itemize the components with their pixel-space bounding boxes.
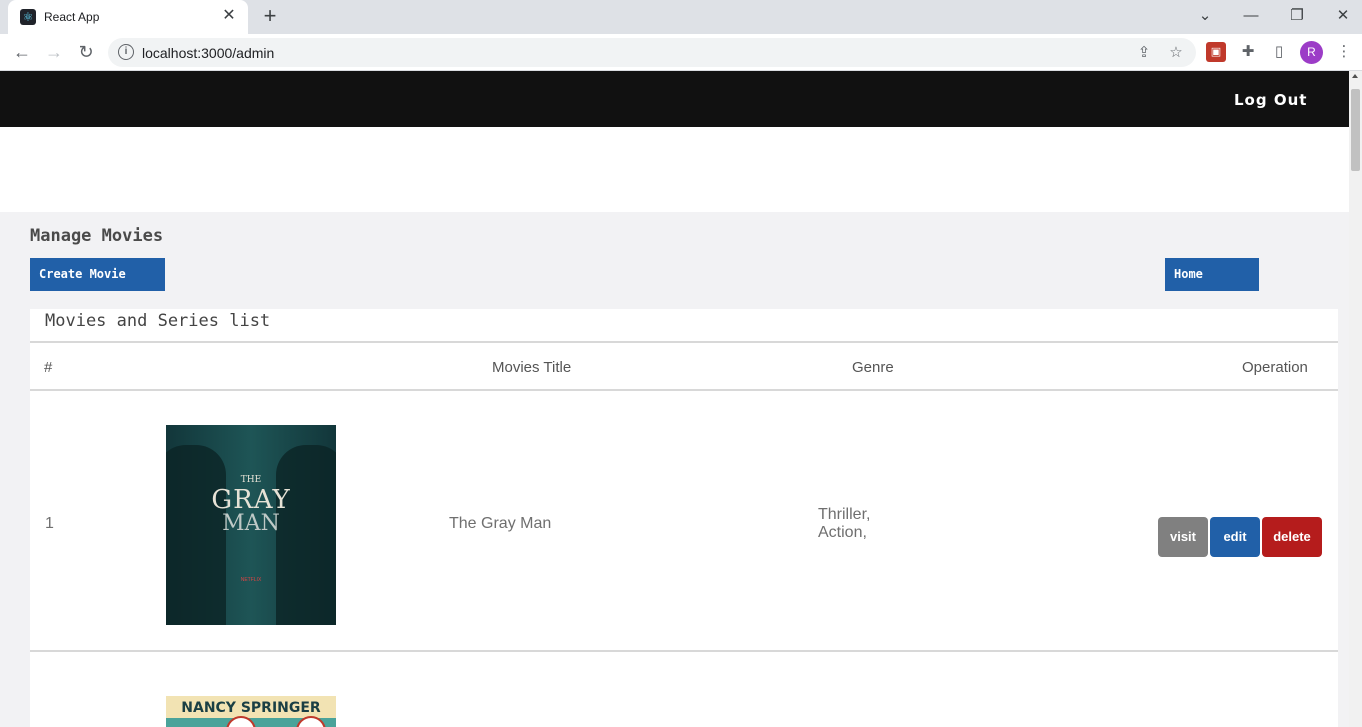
side-panel-icon[interactable]: ▯ (1269, 42, 1289, 62)
poster-title-line: THE (240, 475, 262, 485)
back-icon[interactable]: ← (10, 40, 34, 64)
header-spacer (0, 127, 1349, 212)
page-scrollbar[interactable] (1349, 71, 1362, 727)
edit-button[interactable]: edit (1210, 517, 1260, 557)
visit-button[interactable]: visit (1158, 517, 1208, 557)
column-header-genre: Genre (852, 359, 894, 376)
extensions-puzzle-icon[interactable]: ✚ (1238, 42, 1258, 62)
movie-poster: NANCY SPRINGER (166, 696, 336, 727)
tab-search-icon[interactable]: ⌄ (1193, 5, 1217, 29)
page-viewport: Log Out Manage Movies Create Movie Home … (0, 71, 1362, 727)
site-info-icon[interactable]: i (118, 44, 134, 60)
react-favicon-icon: ⚛ (20, 9, 36, 25)
close-tab-icon[interactable]: ✕ (220, 7, 238, 25)
bookmark-star-icon[interactable]: ☆ (1166, 43, 1186, 63)
url-text[interactable]: localhost:3000/admin (142, 45, 274, 61)
browser-tab-bar: ⚛ React App ✕ + ⌄ — ❐ ✕ (0, 0, 1362, 34)
movie-genres: Thriller, Action, (818, 506, 870, 542)
tab-title: React App (44, 10, 100, 24)
column-header-operation: Operation (1242, 359, 1308, 376)
movie-poster: THE GRAY MAN NETFLIX (166, 425, 336, 625)
table-title: Movies and Series list (45, 311, 271, 331)
poster-brand: NETFLIX (240, 577, 262, 583)
delete-button[interactable]: delete (1262, 517, 1322, 557)
browser-toolbar: ← → ↻ i localhost:3000/admin ⇪ ☆ ▣ ✚ ▯ R… (0, 34, 1362, 71)
logout-link[interactable]: Log Out (1234, 91, 1307, 109)
browser-tab[interactable]: ⚛ React App ✕ (8, 0, 248, 34)
new-tab-icon[interactable]: + (258, 5, 282, 29)
movies-table-card: Movies and Series list # Movies Title Ge… (30, 309, 1338, 727)
extension-icon[interactable]: ▣ (1206, 42, 1226, 62)
divider (30, 389, 1338, 391)
genre-item: Thriller, (818, 506, 871, 523)
poster-title-line: NANCY SPRINGER (181, 700, 321, 716)
menu-kebab-icon[interactable]: ⋮ (1334, 42, 1354, 62)
reload-icon[interactable]: ↻ (74, 40, 98, 64)
scroll-thumb[interactable] (1351, 89, 1360, 171)
window-close-icon[interactable]: ✕ (1331, 5, 1355, 29)
row-index: 1 (45, 515, 54, 532)
movie-title: The Gray Man (449, 515, 552, 532)
poster-title-line: MAN (222, 511, 280, 536)
profile-avatar[interactable]: R (1300, 41, 1323, 64)
divider (30, 341, 1338, 343)
minimize-icon[interactable]: — (1239, 5, 1263, 29)
create-movie-button[interactable]: Create Movie (30, 258, 165, 291)
restore-icon[interactable]: ❐ (1285, 5, 1309, 29)
share-icon[interactable]: ⇪ (1134, 43, 1154, 63)
divider (30, 650, 1338, 652)
genre-item: Action, (818, 524, 867, 541)
scroll-up-icon[interactable] (1352, 74, 1358, 78)
top-navbar: Log Out (0, 71, 1349, 127)
column-header-index: # (44, 359, 53, 376)
home-button[interactable]: Home (1165, 258, 1259, 291)
forward-icon[interactable]: → (42, 40, 66, 64)
page-title: Manage Movies (30, 226, 164, 246)
column-header-title: Movies Title (492, 359, 572, 376)
address-bar[interactable]: i localhost:3000/admin ⇪ ☆ (108, 38, 1196, 67)
